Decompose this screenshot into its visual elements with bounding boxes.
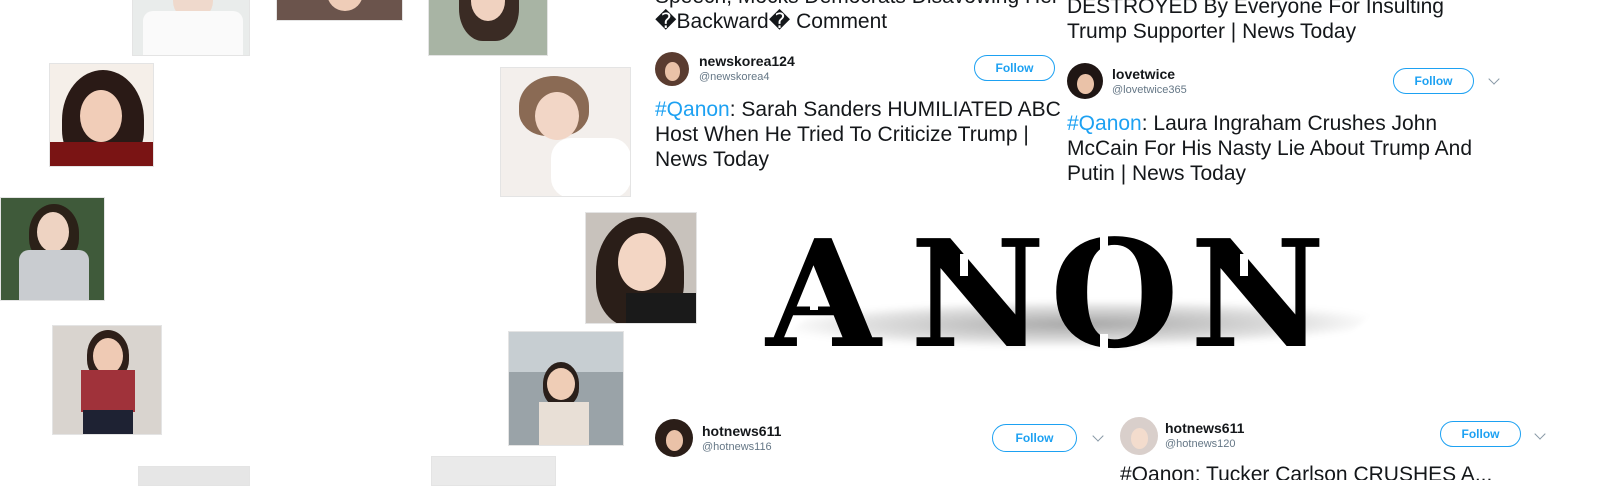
anon-letter: N: [1190, 207, 1326, 381]
stencil-gap: [960, 254, 968, 276]
user-handle[interactable]: @lovetwice365: [1112, 84, 1187, 96]
hashtag-link[interactable]: #Qanon: [655, 98, 730, 121]
photo-lying-pose: [500, 67, 631, 197]
photo-bottom-center-strip: [431, 456, 556, 486]
follow-button[interactable]: Follow: [1393, 68, 1474, 94]
anon-letter: O: [1050, 207, 1179, 381]
tweet-2-top-text: DESTROYED By Everyone For Insulting Trum…: [1067, 0, 1444, 43]
chevron-down-icon[interactable]: [1092, 430, 1104, 442]
follow-button[interactable]: Follow: [1440, 421, 1521, 447]
photo-portrait-flower: [49, 63, 154, 167]
tweet-1-text: #Qanon: Sarah Sanders HUMILIATED ABC Hos…: [655, 97, 1065, 172]
photo-selfie: [585, 212, 697, 324]
photo-white-top-left: [132, 0, 250, 56]
photo-top-center-strip: [276, 0, 403, 21]
avatar[interactable]: [1120, 417, 1158, 455]
photo-plaid-shirt: [52, 325, 162, 435]
chevron-down-icon[interactable]: [1488, 73, 1500, 85]
stencil-gap: [1100, 334, 1108, 358]
user-name[interactable]: newskorea124: [699, 53, 795, 69]
tweet-1-top-text: Speech, Mocks Democrats Disavowing Her �…: [655, 0, 1059, 33]
stencil-gap: [1100, 234, 1108, 258]
follow-button[interactable]: Follow: [992, 424, 1077, 452]
user-handle[interactable]: @hotnews120: [1165, 438, 1236, 450]
photo-green-top: [428, 0, 548, 56]
user-name[interactable]: hotnews611: [1165, 420, 1244, 436]
photo-car-interior: [508, 331, 624, 446]
hashtag-link[interactable]: #Qanon: [1067, 112, 1142, 135]
chevron-down-icon[interactable]: [1534, 428, 1546, 440]
tweet-2-text: #Qanon: Laura Ingraham Crushes John McCa…: [1067, 111, 1497, 186]
tweet-4-partial-text: #Qanon: Tucker Carlson CRUSHES A...: [1120, 463, 1493, 480]
anon-banner: A N O N: [760, 207, 1400, 381]
user-handle[interactable]: @newskorea4: [699, 71, 769, 83]
user-handle[interactable]: @hotnews116: [702, 441, 772, 453]
user-name[interactable]: lovetwice: [1112, 66, 1175, 82]
anon-letter: N: [910, 207, 1046, 381]
avatar[interactable]: [655, 52, 689, 86]
stencil-gap: [810, 284, 818, 310]
photo-bottom-left-strip: [138, 466, 250, 486]
follow-button[interactable]: Follow: [974, 55, 1055, 81]
stencil-gap: [1240, 254, 1248, 276]
user-name[interactable]: hotnews611: [702, 423, 781, 439]
avatar[interactable]: [1067, 63, 1103, 99]
photo-grey-shirt: [0, 197, 105, 301]
anon-letter: A: [766, 207, 881, 381]
avatar[interactable]: [655, 419, 693, 457]
